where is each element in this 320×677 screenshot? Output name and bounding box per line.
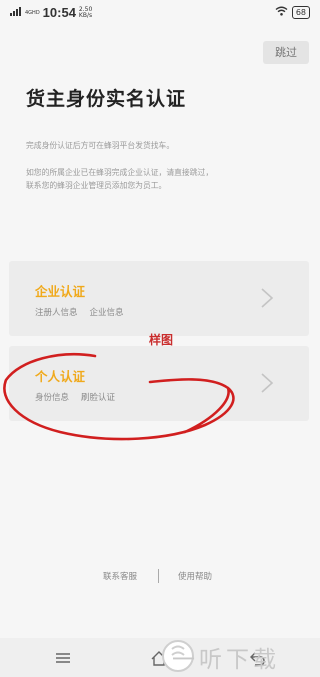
personal-auth-steps: 身份信息 刷脸认证 <box>35 391 115 403</box>
company-hint-line1: 如您的所属企业已在蜂羽完成企业认证，请直接跳过， <box>26 168 214 177</box>
help-link[interactable]: 使用帮助 <box>178 570 212 582</box>
step-enterprise-info: 企业信息 <box>89 308 124 318</box>
intro-text: 完成身份认证后方可在蜂羽平台发货找车。 <box>26 141 175 150</box>
enterprise-auth-card[interactable]: 企业认证 注册人信息 企业信息 <box>9 261 309 336</box>
skip-button[interactable]: 跳过 <box>263 41 309 64</box>
footer-divider <box>158 569 159 583</box>
personal-auth-card[interactable]: 个人认证 身份信息 刷脸认证 <box>9 346 309 421</box>
step-identity-info: 身份信息 <box>35 393 70 403</box>
status-left: 4GHD 10:54 2.50 KB/s <box>10 5 93 20</box>
chevron-right-icon <box>261 288 274 308</box>
enterprise-auth-steps: 注册人信息 企业信息 <box>35 306 124 318</box>
status-bar: 4GHD 10:54 2.50 KB/s 68 <box>0 0 320 26</box>
company-hint-line2: 联系您的蜂羽企业管理员添加您为员工。 <box>26 181 167 190</box>
status-right: 68 <box>275 6 310 19</box>
page-title: 货主身份实名认证 <box>26 89 187 110</box>
battery-icon: 68 <box>291 6 310 19</box>
carrier-label: 4GHD <box>25 9 40 16</box>
company-hint: 如您的所属企业已在蜂羽完成企业认证，请直接跳过， 联系您的蜂羽企业管理员添加您为… <box>26 166 213 192</box>
chevron-right-icon <box>261 373 274 393</box>
net-speed-unit: KB/s <box>78 11 93 19</box>
personal-auth-title: 个人认证 <box>35 369 86 384</box>
net-speed: 2.50 KB/s <box>78 6 93 19</box>
step-face-verify: 刷脸认证 <box>81 393 116 403</box>
clock: 10:54 <box>42 5 76 20</box>
wifi-icon <box>275 6 288 19</box>
contact-service-link[interactable]: 联系客服 <box>103 570 137 582</box>
step-registrant-info: 注册人信息 <box>35 308 78 318</box>
watermark-text: 一听下载 <box>172 647 280 673</box>
signal-icon <box>10 6 22 19</box>
menu-icon[interactable] <box>53 648 73 668</box>
enterprise-auth-title: 企业认证 <box>35 284 86 299</box>
